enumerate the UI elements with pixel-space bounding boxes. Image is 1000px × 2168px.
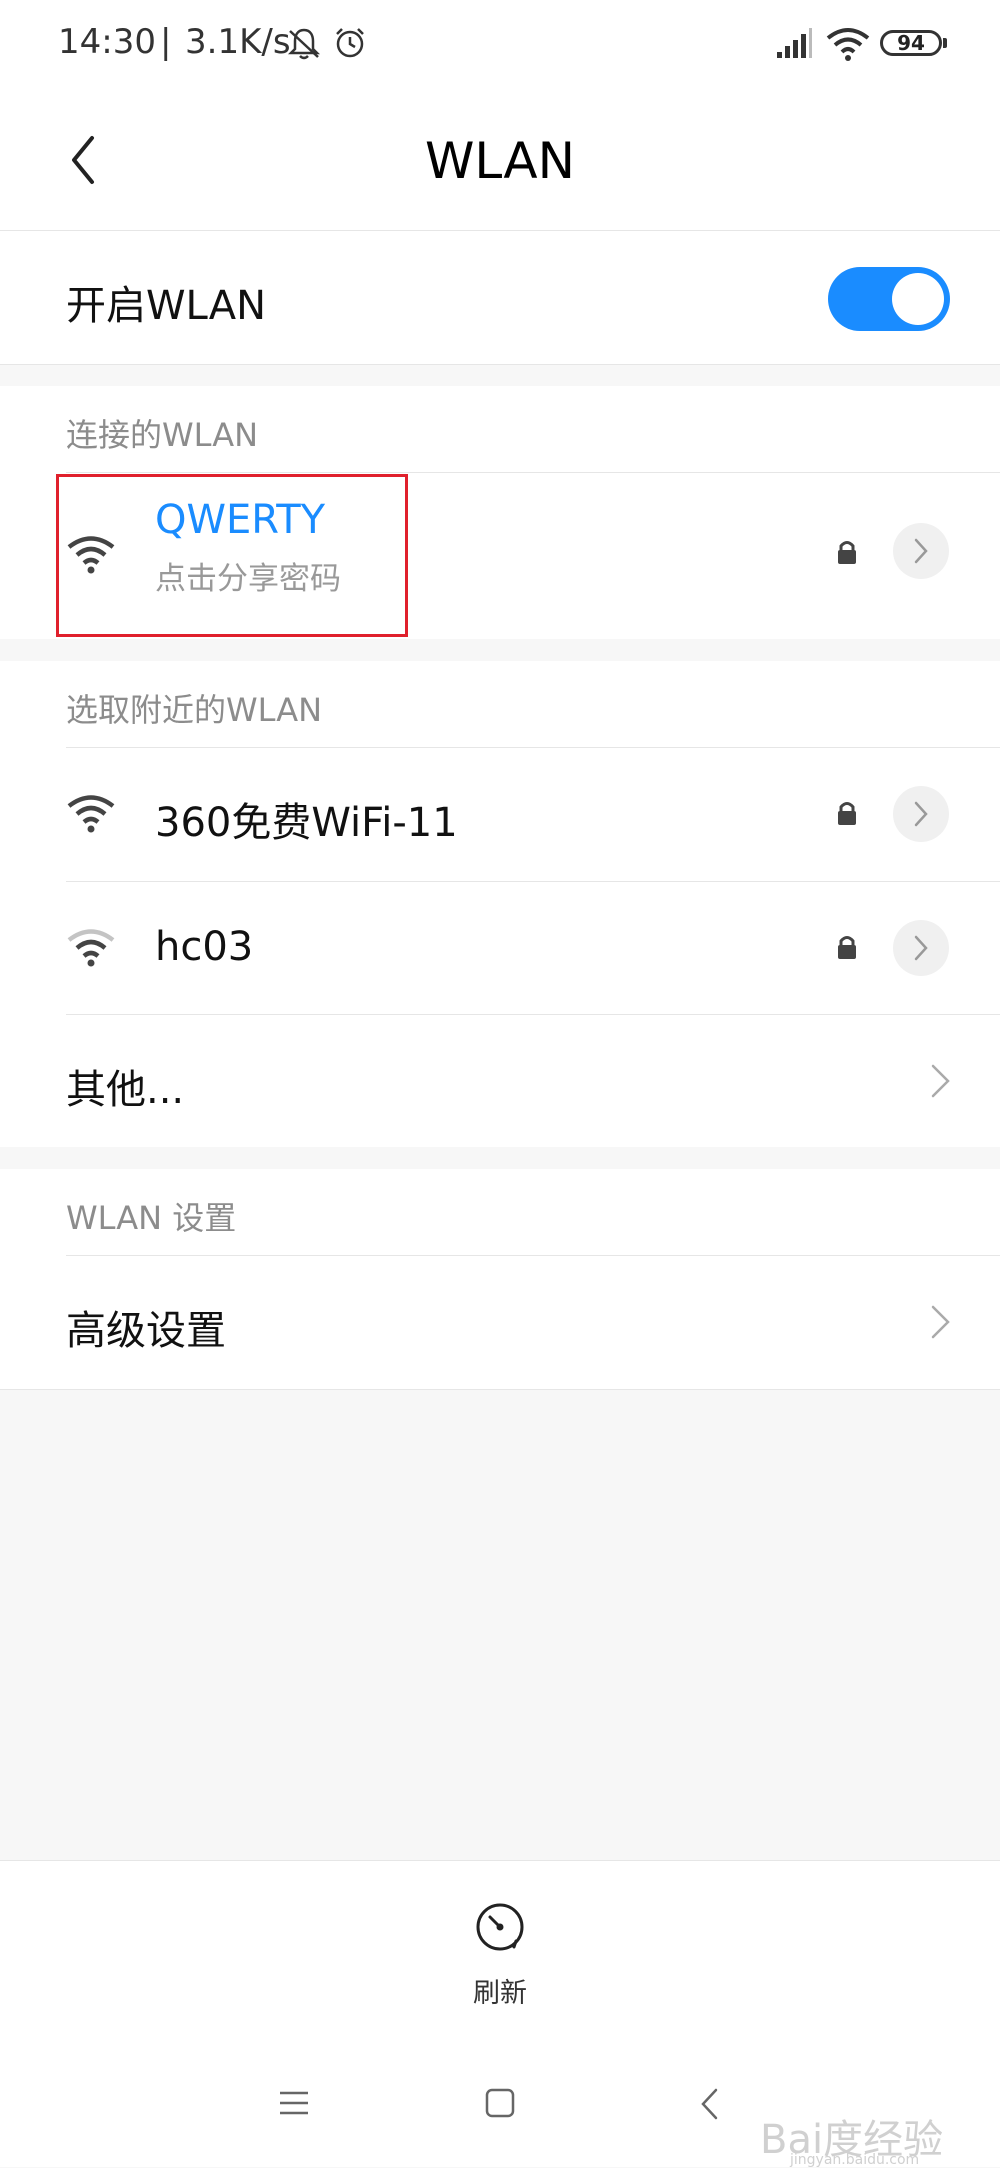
status-time: 14:30	[58, 22, 156, 62]
refresh-icon	[476, 1903, 524, 1951]
watermark-url: jingyan.baidu.com	[790, 2152, 920, 2168]
wlan-toggle-row[interactable]: 开启WLAN	[0, 231, 1000, 364]
network-detail-button[interactable]	[893, 920, 949, 976]
chevron-right-icon	[931, 1064, 950, 1098]
nearby-section: 选取附近的WLAN 360免费WiFi-11 hc03 其他...	[0, 661, 1000, 1147]
bell-muted-icon	[287, 28, 321, 60]
signal-icon	[777, 28, 812, 58]
refresh-bar: 刷新	[0, 1860, 1000, 2048]
chevron-right-icon	[914, 538, 928, 564]
wifi-signal-full-icon	[67, 795, 115, 833]
network-name: hc03	[155, 924, 254, 970]
chevron-right-icon	[914, 935, 928, 961]
wlan-toggle-switch[interactable]	[828, 267, 950, 331]
section-header-nearby: 选取附近的WLAN	[66, 691, 323, 729]
refresh-button[interactable]: 刷新	[430, 1891, 570, 2021]
highlight-box	[56, 474, 408, 637]
menu-icon[interactable]	[278, 2087, 310, 2119]
lock-icon	[838, 541, 856, 564]
divider	[0, 364, 1000, 365]
network-detail-button[interactable]	[893, 523, 949, 579]
wifi-signal-medium-icon	[67, 929, 115, 967]
refresh-label: 刷新	[473, 1978, 527, 2009]
wlan-settings-section: WLAN 设置 高级设置	[0, 1169, 1000, 1389]
navigation-bar: Bai度经验 jingyan.baidu.com	[0, 2047, 1000, 2168]
status-bar: 14:30 | 3.1K/s 94	[0, 0, 1000, 90]
page-header: WLAN	[0, 90, 1000, 231]
advanced-settings-label: 高级设置	[66, 1308, 226, 1354]
toggle-knob	[892, 273, 944, 325]
chevron-right-icon	[931, 1305, 950, 1339]
battery-tip	[943, 38, 947, 48]
network-speed: 3.1K/s	[185, 22, 291, 62]
network-row[interactable]: 360免费WiFi-11	[0, 748, 1000, 881]
lock-icon	[838, 802, 856, 825]
battery-indicator: 94	[880, 30, 942, 56]
wlan-toggle-label: 开启WLAN	[66, 283, 267, 329]
back-icon[interactable]	[698, 2087, 722, 2121]
divider	[0, 1389, 1000, 1390]
home-icon[interactable]	[484, 2087, 516, 2119]
status-separator: |	[160, 22, 172, 62]
network-name: 360免费WiFi-11	[155, 800, 458, 846]
wifi-icon	[826, 28, 870, 61]
other-networks-row[interactable]: 其他...	[0, 1015, 1000, 1147]
advanced-settings-row[interactable]: 高级设置	[0, 1256, 1000, 1389]
network-detail-button[interactable]	[893, 786, 949, 842]
chevron-right-icon	[914, 801, 928, 827]
page-title: WLAN	[424, 132, 576, 190]
network-row[interactable]: hc03	[0, 882, 1000, 1014]
alarm-icon	[336, 28, 364, 58]
section-header-settings: WLAN 设置	[66, 1199, 237, 1237]
lock-icon	[838, 936, 856, 959]
other-networks-label: 其他...	[66, 1067, 185, 1113]
section-header-connected: 连接的WLAN	[66, 416, 259, 454]
